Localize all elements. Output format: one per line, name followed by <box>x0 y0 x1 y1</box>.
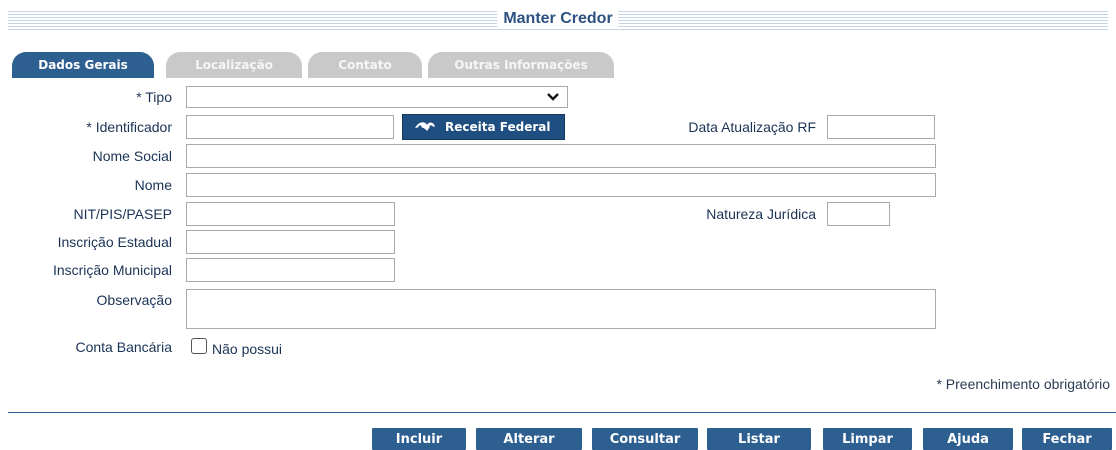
nome-input[interactable] <box>186 173 936 197</box>
identificador-input[interactable] <box>186 115 394 139</box>
alterar-button[interactable]: Alterar <box>476 428 582 450</box>
nit-label: NIT/PIS/PASEP <box>73 206 172 222</box>
natureza-juridica-input[interactable] <box>827 202 890 226</box>
nome-social-input[interactable] <box>186 144 936 168</box>
chevron-down-icon <box>547 93 559 101</box>
tab-bar: Dados Gerais Localização Contato Outras … <box>8 52 1116 78</box>
observacao-textarea[interactable] <box>186 289 936 329</box>
page-title: Manter Credor <box>497 10 619 28</box>
data-atualizacao-input[interactable] <box>827 115 935 139</box>
limpar-button[interactable]: Limpar <box>823 428 912 450</box>
inscricao-estadual-label: Inscrição Estadual <box>57 234 172 250</box>
data-atualizacao-label: Data Atualização RF <box>688 119 816 135</box>
tab-localizacao[interactable]: Localização <box>166 52 302 78</box>
observacao-label: Observação <box>96 292 172 308</box>
required-note: * Preenchimento obrigatório <box>936 376 1110 392</box>
incluir-button[interactable]: Incluir <box>372 428 466 450</box>
conta-bancaria-label: Conta Bancária <box>75 339 172 355</box>
receita-federal-label: Receita Federal <box>445 120 551 134</box>
nao-possui-label[interactable]: Não possui <box>212 341 282 357</box>
fechar-button[interactable]: Fechar <box>1022 428 1112 450</box>
tab-contato[interactable]: Contato <box>308 52 422 78</box>
inscricao-estadual-input[interactable] <box>186 230 395 254</box>
nit-input[interactable] <box>186 202 395 226</box>
tipo-label: * Tipo <box>136 89 172 105</box>
footer-divider <box>8 412 1116 413</box>
nome-social-label: Nome Social <box>92 148 172 164</box>
tab-outras-informacoes[interactable]: Outras Informações <box>428 52 614 78</box>
inscricao-municipal-label: Inscrição Municipal <box>52 262 172 278</box>
title-bar: Manter Credor <box>0 8 1116 34</box>
natureza-juridica-label: Natureza Jurídica <box>706 206 816 222</box>
inscricao-municipal-input[interactable] <box>186 258 395 282</box>
consultar-button[interactable]: Consultar <box>592 428 698 450</box>
receita-federal-logo-icon <box>415 122 435 131</box>
nao-possui-checkbox[interactable] <box>191 338 207 354</box>
tab-dados-gerais[interactable]: Dados Gerais <box>12 52 154 78</box>
listar-button[interactable]: Listar <box>707 428 811 450</box>
ajuda-button[interactable]: Ajuda <box>923 428 1013 450</box>
receita-federal-button[interactable]: Receita Federal <box>402 114 565 140</box>
tipo-select[interactable] <box>186 86 568 108</box>
identificador-label: * Identificador <box>86 119 172 135</box>
nome-label: Nome <box>134 177 172 193</box>
